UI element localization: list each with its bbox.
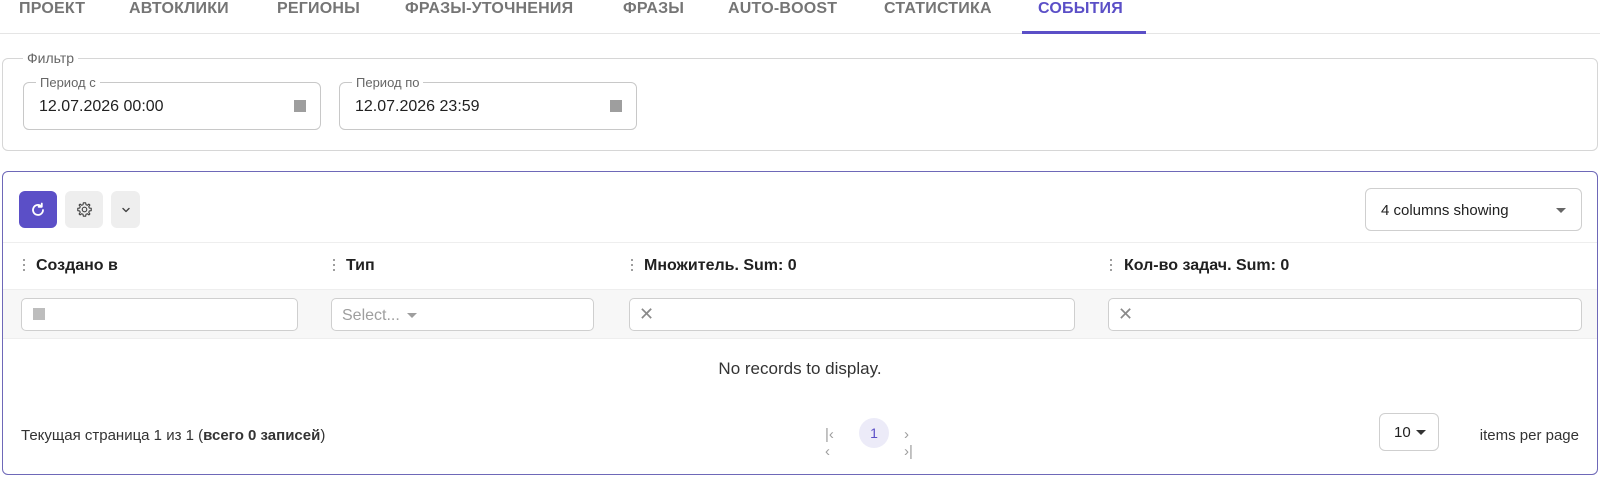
tab-statistics[interactable]: СТАТИСТИКА: [884, 0, 992, 34]
period-from-field[interactable]: Период с 12.07.2026 00:00: [23, 75, 321, 130]
drag-handle-icon[interactable]: [23, 259, 26, 273]
tab-regions[interactable]: РЕГИОНЫ: [277, 0, 360, 34]
settings-button[interactable]: [65, 191, 103, 228]
period-to-value: 12.07.2026 23:59: [355, 98, 480, 115]
page-button-1[interactable]: 1: [859, 418, 889, 448]
table-filter-row: Select... ✕ ✕: [3, 290, 1597, 339]
table-toolbar: 4 columns showing: [3, 172, 1597, 243]
caret-down-icon: [1416, 430, 1426, 435]
column-header-multiplier[interactable]: Множитель. Sum: 0: [644, 257, 797, 275]
period-to-label: Период по: [352, 75, 424, 90]
items-per-page-label: items per page: [1479, 427, 1579, 444]
column-header-task-count[interactable]: Кол-во задач. Sum: 0: [1124, 257, 1289, 275]
next-last-page-icon[interactable]: › ›|: [904, 426, 913, 460]
drag-handle-icon[interactable]: [1110, 259, 1113, 273]
period-from-value: 12.07.2026 00:00: [39, 98, 164, 115]
chevron-down-icon: [121, 207, 130, 212]
calendar-icon[interactable]: [294, 100, 306, 112]
tab-project[interactable]: ПРОЕКТ: [19, 0, 85, 34]
first-prev-page-icon[interactable]: |‹ ‹: [825, 426, 834, 460]
column-header-created[interactable]: Создано в: [36, 257, 118, 275]
columns-selector-label: 4 columns showing: [1381, 202, 1509, 219]
tab-autoclicks[interactable]: АВТОКЛИКИ: [129, 0, 229, 34]
period-to-field[interactable]: Период по 12.07.2026 23:59: [339, 75, 637, 130]
drag-handle-icon[interactable]: [333, 259, 336, 273]
filter-legend: Фильтр: [23, 50, 79, 66]
type-filter-placeholder: Select...: [342, 307, 400, 324]
clear-icon[interactable]: ✕: [1118, 304, 1133, 325]
tab-bar: ПРОЕКТ АВТОКЛИКИ РЕГИОНЫ ФРАЗЫ-УТОЧНЕНИЯ…: [0, 0, 1600, 34]
gear-icon: [76, 202, 92, 217]
items-per-page-select[interactable]: 10: [1379, 413, 1439, 451]
items-per-page-value: 10: [1394, 424, 1411, 441]
tab-auto-boost[interactable]: AUTO-BOOST: [728, 0, 837, 34]
active-tab-indicator: [1022, 31, 1146, 34]
table-footer: Текущая страница 1 из 1 (всего 0 записей…: [3, 413, 1597, 472]
clear-icon[interactable]: ✕: [639, 304, 654, 325]
column-header-type[interactable]: Тип: [346, 257, 375, 275]
columns-selector[interactable]: 4 columns showing: [1365, 188, 1582, 231]
created-filter-input[interactable]: [21, 298, 298, 331]
tab-phrase-refinements[interactable]: ФРАЗЫ-УТОЧНЕНИЯ: [405, 0, 573, 34]
multiplier-filter-input[interactable]: ✕: [629, 298, 1075, 331]
caret-down-icon: [407, 313, 417, 318]
calendar-icon[interactable]: [610, 100, 622, 112]
period-from-label: Период с: [36, 75, 100, 90]
refresh-button[interactable]: [19, 191, 57, 228]
caret-down-icon: [1556, 208, 1566, 213]
tab-phrases[interactable]: ФРАЗЫ: [623, 0, 684, 34]
table-header-row: Создано в Тип Множитель. Sum: 0 Кол-во з…: [3, 242, 1597, 290]
events-table-panel: 4 columns showing Создано в Тип Множител…: [2, 171, 1598, 475]
refresh-icon: [32, 202, 44, 216]
expand-button[interactable]: [111, 191, 140, 228]
type-filter-select[interactable]: Select...: [331, 298, 594, 331]
drag-handle-icon[interactable]: [631, 259, 634, 273]
tab-events[interactable]: СОБЫТИЯ: [1038, 0, 1123, 34]
page-info: Текущая страница 1 из 1 (всего 0 записей…: [21, 427, 326, 444]
empty-table-message: No records to display.: [718, 359, 882, 378]
filter-group: Фильтр Период с 12.07.2026 00:00 Период …: [2, 50, 1598, 151]
calendar-icon: [33, 308, 45, 320]
task-count-filter-input[interactable]: ✕: [1108, 298, 1582, 331]
